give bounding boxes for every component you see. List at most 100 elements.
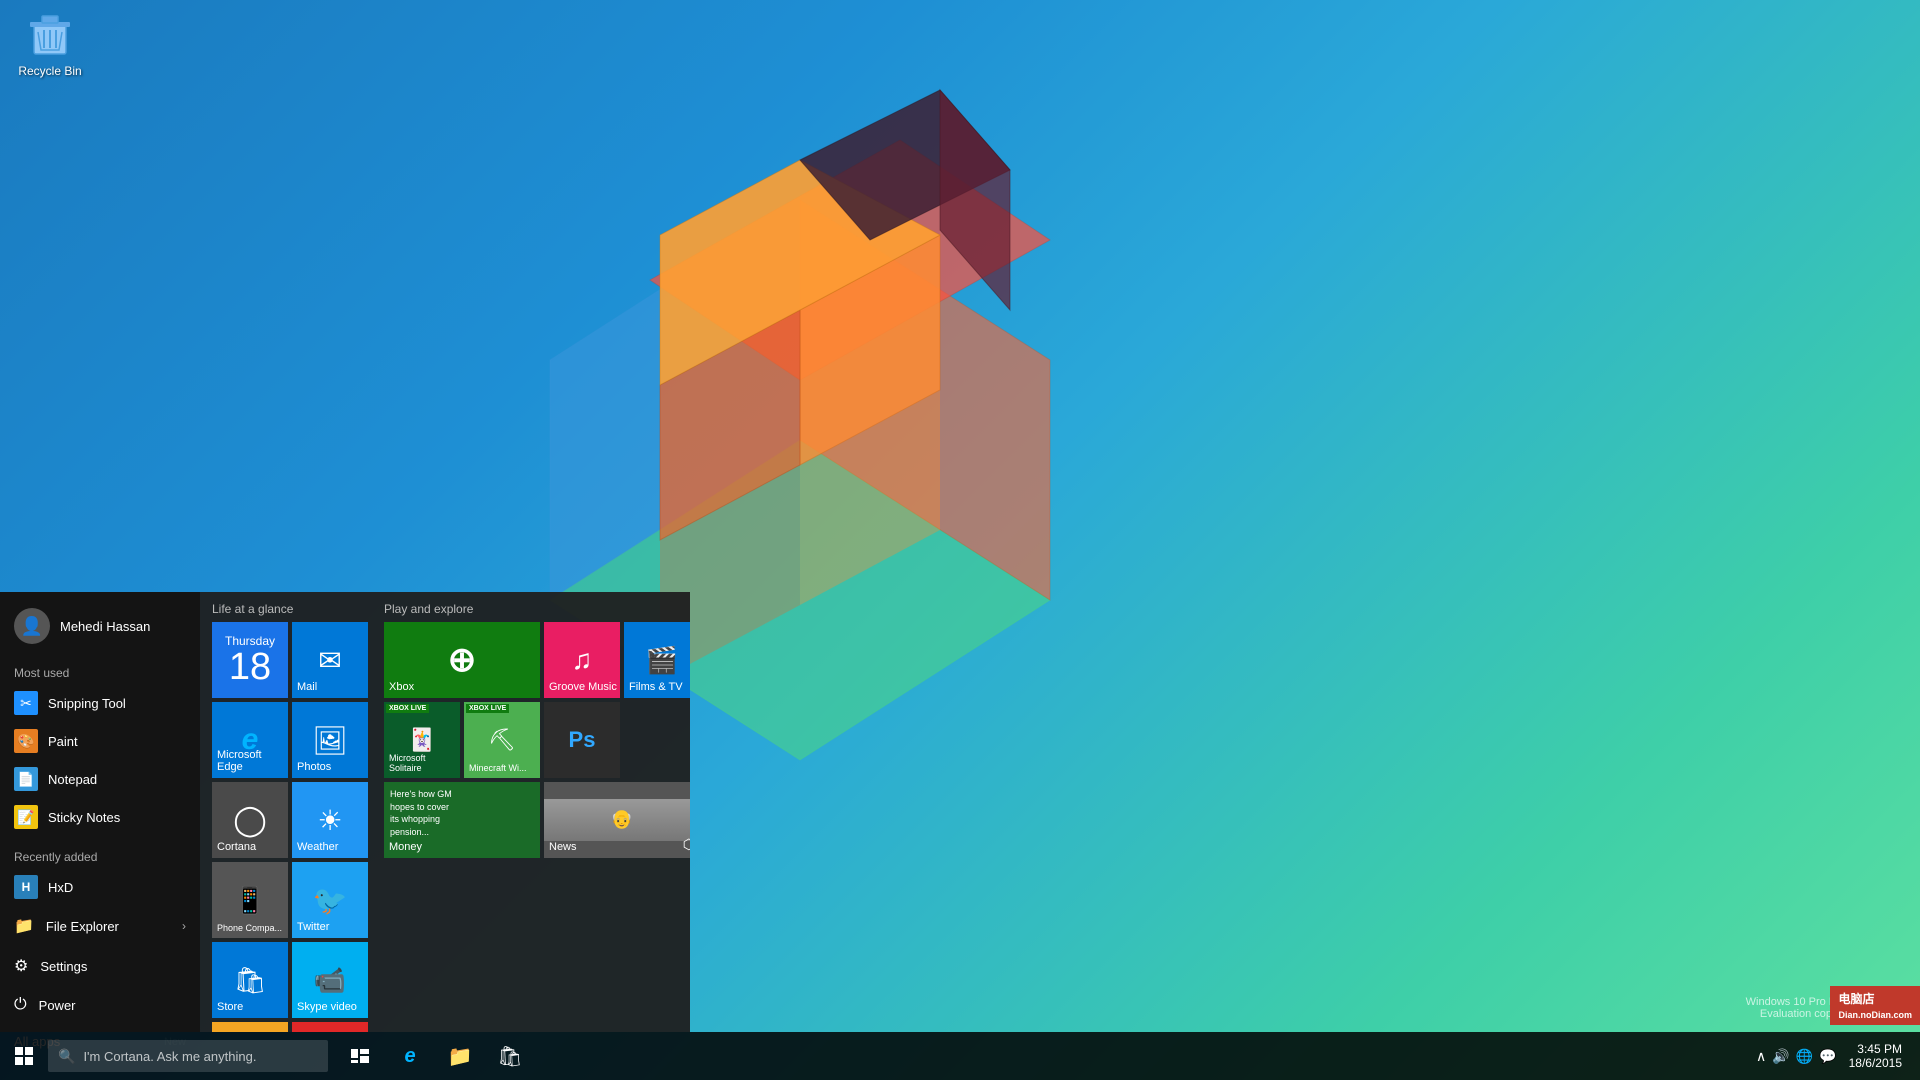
tile-twitter-label: Twitter (297, 921, 329, 933)
power-label: Power (39, 998, 76, 1013)
hxd-icon: H (14, 875, 38, 899)
taskbar-icon-group: e 📁 🛍 (336, 1032, 534, 1080)
tile-phone-label: Phone Compa... (217, 923, 282, 933)
money-content: Here's how GMhopes to coverits whoppingp… (390, 788, 452, 838)
app-paint-label: Paint (48, 734, 78, 749)
tile-skype[interactable]: 📹 Skype video (292, 942, 368, 1018)
xbox-icon: ⊕ (448, 640, 477, 680)
search-icon: 🔍 (58, 1048, 75, 1065)
tiles-row-3: ◯ Cortana ☀ Weather (212, 782, 368, 858)
clock-date: 18/6/2015 (1849, 1056, 1902, 1070)
file-explorer-arrow: › (182, 919, 186, 933)
tile-money[interactable]: Here's how GMhopes to coverits whoppingp… (384, 782, 540, 858)
taskbar-file-explorer[interactable]: 📁 (436, 1032, 484, 1080)
play-tiles-row-1: ⊕ Xbox ♫ Groove Music 🎬 Films & TV (384, 622, 690, 698)
file-explorer-icon: 📁 (14, 916, 34, 936)
app-snipping-tool[interactable]: ✂ Snipping Tool (0, 684, 200, 722)
play-tiles-row-2: XBOX LIVE 🃏 Microsoft Solitaire XBOX LIV… (384, 702, 690, 778)
tile-flipboard[interactable]: f Flipboard (292, 1022, 368, 1032)
app-hxd[interactable]: H HxD (0, 868, 200, 906)
taskbar: 🔍 I'm Cortana. Ask me anything. e 📁 🛍 ∧ … (0, 1032, 1920, 1080)
tiles-row-5: 🛍 Store 📹 Skype video (212, 942, 368, 1018)
settings-item[interactable]: ⚙ Settings (0, 946, 200, 986)
calendar-day-number: 18 (229, 648, 271, 686)
calendar-content: Thursday 18 (212, 622, 288, 698)
tile-twitter[interactable]: 🐦 Twitter (292, 862, 368, 938)
tile-edge-label: Microsoft Edge (217, 749, 288, 773)
recycle-bin-label: Recycle Bin (10, 64, 90, 78)
file-explorer-item[interactable]: 📁 File Explorer › (0, 906, 200, 946)
tile-minecraft[interactable]: XBOX LIVE ⛏ Minecraft Wi... (464, 702, 540, 778)
tile-cortana[interactable]: ◯ Cortana (212, 782, 288, 858)
life-at-a-glance-header: Life at a glance (212, 602, 368, 616)
tray-chevron-up[interactable]: ∧ (1756, 1048, 1766, 1065)
user-name: Mehedi Hassan (60, 619, 150, 634)
app-paint[interactable]: 🎨 Paint (0, 722, 200, 760)
recycle-bin-graphic (25, 10, 75, 60)
tile-money-label: Money (389, 841, 422, 853)
tiles-row-6: 🍬 Candy Crush f Flipboard (212, 1022, 368, 1032)
tile-phone[interactable]: 📱 Phone Compa... (212, 862, 288, 938)
taskbar-task-view[interactable] (336, 1032, 384, 1080)
tile-edge[interactable]: e Microsoft Edge (212, 702, 288, 778)
sticky-notes-icon: 📝 (14, 805, 38, 829)
start-button[interactable] (0, 1032, 48, 1080)
recently-added-label: Recently added (0, 844, 200, 868)
tile-xbox-label: Xbox (389, 681, 414, 693)
tile-films-label: Films & TV (629, 681, 683, 693)
taskbar-store[interactable]: 🛍 (486, 1032, 534, 1080)
groove-icon: ♫ (572, 644, 593, 676)
notepad-icon: 📄 (14, 767, 38, 791)
solitaire-icon: 🃏 (408, 727, 435, 753)
settings-label: Settings (40, 959, 87, 974)
photos-icon: 🖼 (312, 724, 348, 757)
app-snipping-tool-label: Snipping Tool (48, 696, 126, 711)
skype-icon: 📹 (314, 965, 346, 996)
app-notepad-label: Notepad (48, 772, 97, 787)
tile-cortana-label: Cortana (217, 841, 256, 853)
tile-groove-label: Groove Music (549, 681, 617, 693)
tile-photoshop[interactable]: Ps (544, 702, 620, 778)
tiles-area: Life at a glance Thursday 18 (212, 602, 678, 1032)
tray-network[interactable]: 🌐 (1796, 1048, 1813, 1065)
tile-mail[interactable]: ✉ Mail (292, 622, 368, 698)
app-notepad[interactable]: 📄 Notepad (0, 760, 200, 798)
mail-icon: ✉ (318, 644, 341, 677)
tile-store[interactable]: 🛍 Store (212, 942, 288, 1018)
most-used-label: Most used (0, 660, 200, 684)
tile-minecraft-label: Minecraft Wi... (469, 763, 527, 773)
tile-xbox[interactable]: ⊕ Xbox (384, 622, 540, 698)
tile-mail-label: Mail (297, 681, 317, 693)
user-section[interactable]: 👤 Mehedi Hassan (0, 592, 200, 660)
tiles-row-4: 📱 Phone Compa... 🐦 Twitter (212, 862, 368, 938)
taskbar-edge[interactable]: e (386, 1032, 434, 1080)
cortana-icon: ◯ (233, 803, 267, 838)
tray-notification[interactable]: 💬 (1819, 1048, 1836, 1065)
start-menu-tiles: Life at a glance Thursday 18 (200, 592, 690, 1032)
start-menu: 👤 Mehedi Hassan Most used ✂ Snipping Too… (0, 592, 690, 1032)
tile-photos[interactable]: 🖼 Photos (292, 702, 368, 778)
tray-speaker[interactable]: 🔊 (1772, 1048, 1789, 1065)
recycle-bin-icon[interactable]: Recycle Bin (10, 10, 90, 78)
app-sticky-notes[interactable]: 📝 Sticky Notes (0, 798, 200, 836)
paint-icon: 🎨 (14, 729, 38, 753)
start-menu-left-panel: 👤 Mehedi Hassan Most used ✂ Snipping Too… (0, 592, 200, 1032)
search-placeholder: I'm Cortana. Ask me anything. (83, 1049, 256, 1064)
tile-groove[interactable]: ♫ Groove Music (544, 622, 620, 698)
cortana-search[interactable]: 🔍 I'm Cortana. Ask me anything. (48, 1040, 328, 1072)
tile-solitaire[interactable]: XBOX LIVE 🃏 Microsoft Solitaire (384, 702, 460, 778)
power-item[interactable]: ⏻ Power (0, 986, 200, 1024)
tile-news[interactable]: 👴 News ⬡ (544, 782, 690, 858)
tile-calendar[interactable]: Thursday 18 (212, 622, 288, 698)
tile-news-label: News (549, 841, 577, 853)
tile-films[interactable]: 🎬 Films & TV (624, 622, 690, 698)
tile-candy[interactable]: 🍬 Candy Crush (212, 1022, 288, 1032)
tile-weather[interactable]: ☀ Weather (292, 782, 368, 858)
tiles-row-1: Thursday 18 ✉ Mail (212, 622, 368, 698)
films-icon: 🎬 (646, 645, 678, 676)
time-display[interactable]: 3:45 PM 18/6/2015 (1841, 1042, 1910, 1070)
tile-weather-label: Weather (297, 841, 338, 853)
phone-icon: 📱 (234, 885, 266, 916)
news-expand-icon: ⬡ (683, 836, 690, 853)
weather-icon: ☀ (317, 804, 342, 837)
